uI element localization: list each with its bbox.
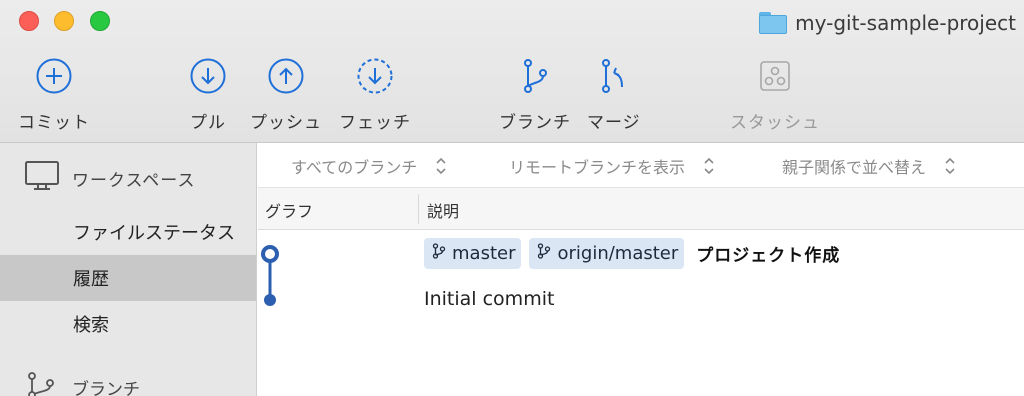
remote-branches-value: リモートブランチを表示: [509, 158, 686, 177]
branches-label: ブランチ: [72, 379, 140, 396]
sidebar-item-file-status[interactable]: ファイルステータス: [0, 209, 256, 255]
commit-node: [264, 294, 276, 306]
close-window-button[interactable]: [19, 11, 39, 31]
remote-branches-select[interactable]: リモートブランチを表示: [509, 154, 715, 178]
zoom-window-button[interactable]: [90, 11, 110, 31]
stash-icon: [755, 56, 795, 96]
branches-filter-select[interactable]: すべてのブランチ: [291, 154, 447, 178]
branch-icon: [24, 371, 60, 396]
fetch-button[interactable]: フェッチ: [339, 56, 411, 133]
fetch-label: フェッチ: [339, 113, 411, 133]
folder-icon: [759, 12, 788, 34]
branch-icon: [432, 243, 446, 264]
arrow-down-circle-icon: [188, 56, 228, 96]
merge-icon: [594, 56, 634, 96]
push-label: プッシュ: [250, 113, 322, 133]
window-title-text: my-git-sample-project: [795, 11, 1016, 35]
commit-button[interactable]: コミット: [18, 56, 90, 133]
graph-column-header[interactable]: グラフ: [265, 198, 313, 222]
sidebar-item-history[interactable]: 履歴: [0, 255, 256, 301]
branch-label: ブランチ: [499, 113, 571, 133]
chevron-updown-icon: [944, 156, 956, 176]
monitor-icon: [24, 160, 60, 196]
sidebar-item-label: ファイルステータス: [73, 223, 235, 244]
branch-tag-label: master: [452, 243, 516, 264]
commit-node-head: [261, 245, 279, 263]
window-toolbar: my-git-sample-project コミット プル プッシュ フェッチ …: [0, 0, 1024, 143]
merge-button[interactable]: マージ: [587, 56, 641, 133]
pull-button[interactable]: プル: [188, 56, 228, 133]
branch-icon: [537, 243, 551, 264]
workspace-header: ワークスペース: [24, 160, 195, 196]
commit-graph: [258, 236, 288, 316]
window-title: my-git-sample-project: [759, 9, 1016, 37]
sort-order-select[interactable]: 親子関係で並べ替え: [782, 154, 956, 178]
plus-circle-icon: [34, 56, 74, 96]
branch-tag-origin-master: origin/master: [529, 238, 685, 269]
description-column-header[interactable]: 説明: [427, 198, 459, 222]
sidebar-item-search[interactable]: 検索: [0, 301, 256, 347]
column-divider[interactable]: [418, 194, 419, 224]
branches-header[interactable]: ブランチ: [24, 371, 140, 396]
workspace-label: ワークスペース: [72, 170, 196, 191]
branches-filter-value: すべてのブランチ: [291, 158, 418, 177]
branch-icon: [515, 56, 555, 96]
sort-order-value: 親子関係で並べ替え: [782, 158, 927, 177]
commit-row[interactable]: Initial commit: [424, 288, 554, 310]
commit-label: コミット: [18, 113, 90, 133]
sidebar: ワークスペース ファイルステータス 履歴 検索 ブランチ: [0, 143, 257, 396]
fetch-dashed-circle-icon: [355, 56, 395, 96]
filter-bar: すべてのブランチ リモートブランチを表示 親子関係で並べ替え: [258, 143, 1024, 188]
stash-button[interactable]: スタッシュ: [730, 56, 820, 133]
chevron-updown-icon: [435, 156, 447, 176]
commit-row[interactable]: master origin/master プロジェクト作成: [424, 238, 840, 269]
commit-list-header: グラフ 説明: [258, 188, 1024, 230]
branch-tag-master: master: [424, 238, 522, 269]
arrow-up-circle-icon: [266, 56, 306, 96]
branch-button[interactable]: ブランチ: [499, 56, 571, 133]
commit-message: プロジェクト作成: [696, 246, 841, 266]
stash-label: スタッシュ: [730, 113, 820, 133]
branch-tag-label: origin/master: [557, 243, 679, 264]
pull-label: プル: [190, 113, 226, 133]
sidebar-item-label: 履歴: [73, 269, 109, 290]
sidebar-item-label: 検索: [73, 315, 109, 336]
push-button[interactable]: プッシュ: [250, 56, 322, 133]
commit-message: Initial commit: [424, 288, 555, 310]
merge-label: マージ: [587, 113, 641, 133]
minimize-window-button[interactable]: [54, 11, 74, 31]
chevron-updown-icon: [703, 156, 715, 176]
